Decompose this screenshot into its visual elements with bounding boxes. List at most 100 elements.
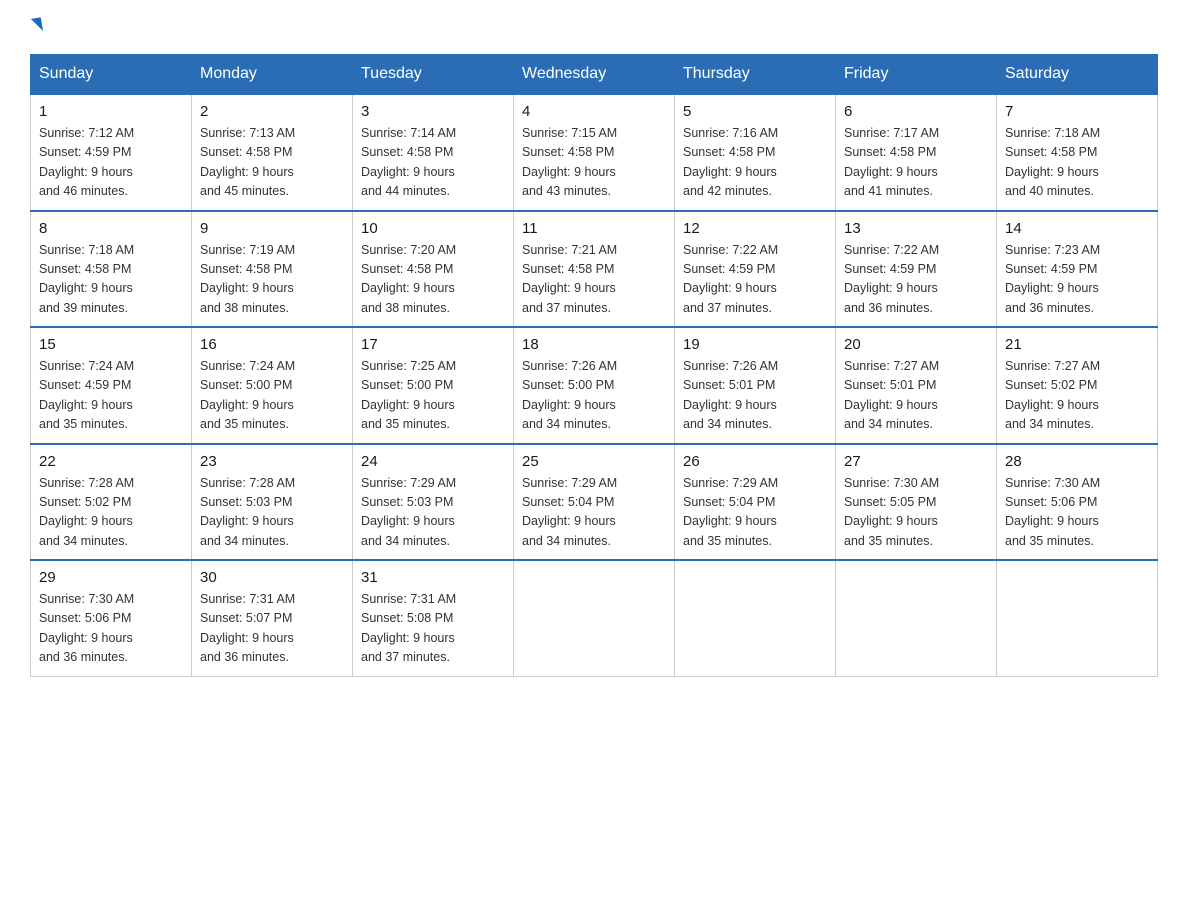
day-info: Sunrise: 7:31 AMSunset: 5:08 PMDaylight:… [361, 590, 505, 668]
calendar-cell [836, 560, 997, 676]
day-number: 10 [361, 220, 505, 237]
day-info: Sunrise: 7:27 AMSunset: 5:02 PMDaylight:… [1005, 357, 1149, 435]
weekday-header-thursday: Thursday [675, 55, 836, 95]
day-number: 9 [200, 220, 344, 237]
day-info: Sunrise: 7:29 AMSunset: 5:03 PMDaylight:… [361, 474, 505, 552]
day-number: 17 [361, 336, 505, 353]
weekday-header-tuesday: Tuesday [353, 55, 514, 95]
day-info: Sunrise: 7:28 AMSunset: 5:03 PMDaylight:… [200, 474, 344, 552]
logo [30, 20, 42, 34]
day-info: Sunrise: 7:25 AMSunset: 5:00 PMDaylight:… [361, 357, 505, 435]
calendar-cell: 5 Sunrise: 7:16 AMSunset: 4:58 PMDayligh… [675, 94, 836, 211]
day-info: Sunrise: 7:16 AMSunset: 4:58 PMDaylight:… [683, 124, 827, 202]
day-info: Sunrise: 7:22 AMSunset: 4:59 PMDaylight:… [844, 241, 988, 319]
calendar-cell: 31 Sunrise: 7:31 AMSunset: 5:08 PMDaylig… [353, 560, 514, 676]
calendar-cell: 6 Sunrise: 7:17 AMSunset: 4:58 PMDayligh… [836, 94, 997, 211]
day-info: Sunrise: 7:24 AMSunset: 4:59 PMDaylight:… [39, 357, 183, 435]
page-header [30, 20, 1158, 34]
calendar-cell: 7 Sunrise: 7:18 AMSunset: 4:58 PMDayligh… [997, 94, 1158, 211]
calendar-cell: 8 Sunrise: 7:18 AMSunset: 4:58 PMDayligh… [31, 211, 192, 328]
day-number: 20 [844, 336, 988, 353]
day-number: 21 [1005, 336, 1149, 353]
calendar-cell: 1 Sunrise: 7:12 AMSunset: 4:59 PMDayligh… [31, 94, 192, 211]
weekday-header-row: SundayMondayTuesdayWednesdayThursdayFrid… [31, 55, 1158, 95]
calendar-cell: 15 Sunrise: 7:24 AMSunset: 4:59 PMDaylig… [31, 327, 192, 444]
calendar-cell: 29 Sunrise: 7:30 AMSunset: 5:06 PMDaylig… [31, 560, 192, 676]
day-info: Sunrise: 7:20 AMSunset: 4:58 PMDaylight:… [361, 241, 505, 319]
day-number: 5 [683, 103, 827, 120]
day-number: 28 [1005, 453, 1149, 470]
day-number: 11 [522, 220, 666, 237]
calendar-week-row: 8 Sunrise: 7:18 AMSunset: 4:58 PMDayligh… [31, 211, 1158, 328]
day-info: Sunrise: 7:17 AMSunset: 4:58 PMDaylight:… [844, 124, 988, 202]
day-info: Sunrise: 7:15 AMSunset: 4:58 PMDaylight:… [522, 124, 666, 202]
calendar-cell [997, 560, 1158, 676]
calendar-cell: 12 Sunrise: 7:22 AMSunset: 4:59 PMDaylig… [675, 211, 836, 328]
day-number: 2 [200, 103, 344, 120]
day-info: Sunrise: 7:14 AMSunset: 4:58 PMDaylight:… [361, 124, 505, 202]
day-number: 1 [39, 103, 183, 120]
day-number: 19 [683, 336, 827, 353]
day-info: Sunrise: 7:12 AMSunset: 4:59 PMDaylight:… [39, 124, 183, 202]
day-info: Sunrise: 7:18 AMSunset: 4:58 PMDaylight:… [1005, 124, 1149, 202]
day-number: 15 [39, 336, 183, 353]
day-number: 6 [844, 103, 988, 120]
calendar-cell: 25 Sunrise: 7:29 AMSunset: 5:04 PMDaylig… [514, 444, 675, 561]
calendar-cell: 18 Sunrise: 7:26 AMSunset: 5:00 PMDaylig… [514, 327, 675, 444]
day-number: 29 [39, 569, 183, 586]
calendar-week-row: 22 Sunrise: 7:28 AMSunset: 5:02 PMDaylig… [31, 444, 1158, 561]
calendar-cell: 27 Sunrise: 7:30 AMSunset: 5:05 PMDaylig… [836, 444, 997, 561]
day-info: Sunrise: 7:29 AMSunset: 5:04 PMDaylight:… [683, 474, 827, 552]
weekday-header-monday: Monday [192, 55, 353, 95]
calendar-cell: 28 Sunrise: 7:30 AMSunset: 5:06 PMDaylig… [997, 444, 1158, 561]
calendar-cell: 30 Sunrise: 7:31 AMSunset: 5:07 PMDaylig… [192, 560, 353, 676]
day-info: Sunrise: 7:30 AMSunset: 5:06 PMDaylight:… [39, 590, 183, 668]
day-number: 4 [522, 103, 666, 120]
calendar-cell [514, 560, 675, 676]
day-info: Sunrise: 7:18 AMSunset: 4:58 PMDaylight:… [39, 241, 183, 319]
day-number: 8 [39, 220, 183, 237]
day-number: 7 [1005, 103, 1149, 120]
day-number: 3 [361, 103, 505, 120]
day-number: 14 [1005, 220, 1149, 237]
day-number: 22 [39, 453, 183, 470]
calendar-cell: 24 Sunrise: 7:29 AMSunset: 5:03 PMDaylig… [353, 444, 514, 561]
calendar-cell: 10 Sunrise: 7:20 AMSunset: 4:58 PMDaylig… [353, 211, 514, 328]
day-number: 24 [361, 453, 505, 470]
weekday-header-wednesday: Wednesday [514, 55, 675, 95]
day-info: Sunrise: 7:29 AMSunset: 5:04 PMDaylight:… [522, 474, 666, 552]
calendar-cell: 23 Sunrise: 7:28 AMSunset: 5:03 PMDaylig… [192, 444, 353, 561]
day-number: 30 [200, 569, 344, 586]
calendar-cell [675, 560, 836, 676]
calendar-cell: 26 Sunrise: 7:29 AMSunset: 5:04 PMDaylig… [675, 444, 836, 561]
day-number: 25 [522, 453, 666, 470]
day-info: Sunrise: 7:26 AMSunset: 5:01 PMDaylight:… [683, 357, 827, 435]
day-info: Sunrise: 7:22 AMSunset: 4:59 PMDaylight:… [683, 241, 827, 319]
day-number: 13 [844, 220, 988, 237]
calendar-week-row: 29 Sunrise: 7:30 AMSunset: 5:06 PMDaylig… [31, 560, 1158, 676]
day-info: Sunrise: 7:23 AMSunset: 4:59 PMDaylight:… [1005, 241, 1149, 319]
day-info: Sunrise: 7:13 AMSunset: 4:58 PMDaylight:… [200, 124, 344, 202]
calendar-cell: 11 Sunrise: 7:21 AMSunset: 4:58 PMDaylig… [514, 211, 675, 328]
logo-triangle-icon [31, 17, 43, 33]
day-info: Sunrise: 7:30 AMSunset: 5:05 PMDaylight:… [844, 474, 988, 552]
day-info: Sunrise: 7:26 AMSunset: 5:00 PMDaylight:… [522, 357, 666, 435]
day-number: 27 [844, 453, 988, 470]
calendar-cell: 17 Sunrise: 7:25 AMSunset: 5:00 PMDaylig… [353, 327, 514, 444]
day-number: 16 [200, 336, 344, 353]
day-info: Sunrise: 7:30 AMSunset: 5:06 PMDaylight:… [1005, 474, 1149, 552]
calendar-table: SundayMondayTuesdayWednesdayThursdayFrid… [30, 54, 1158, 677]
calendar-week-row: 1 Sunrise: 7:12 AMSunset: 4:59 PMDayligh… [31, 94, 1158, 211]
calendar-week-row: 15 Sunrise: 7:24 AMSunset: 4:59 PMDaylig… [31, 327, 1158, 444]
calendar-cell: 21 Sunrise: 7:27 AMSunset: 5:02 PMDaylig… [997, 327, 1158, 444]
calendar-cell: 4 Sunrise: 7:15 AMSunset: 4:58 PMDayligh… [514, 94, 675, 211]
weekday-header-friday: Friday [836, 55, 997, 95]
day-number: 31 [361, 569, 505, 586]
calendar-cell: 9 Sunrise: 7:19 AMSunset: 4:58 PMDayligh… [192, 211, 353, 328]
day-info: Sunrise: 7:21 AMSunset: 4:58 PMDaylight:… [522, 241, 666, 319]
calendar-cell: 13 Sunrise: 7:22 AMSunset: 4:59 PMDaylig… [836, 211, 997, 328]
weekday-header-saturday: Saturday [997, 55, 1158, 95]
day-info: Sunrise: 7:24 AMSunset: 5:00 PMDaylight:… [200, 357, 344, 435]
calendar-cell: 20 Sunrise: 7:27 AMSunset: 5:01 PMDaylig… [836, 327, 997, 444]
calendar-cell: 2 Sunrise: 7:13 AMSunset: 4:58 PMDayligh… [192, 94, 353, 211]
